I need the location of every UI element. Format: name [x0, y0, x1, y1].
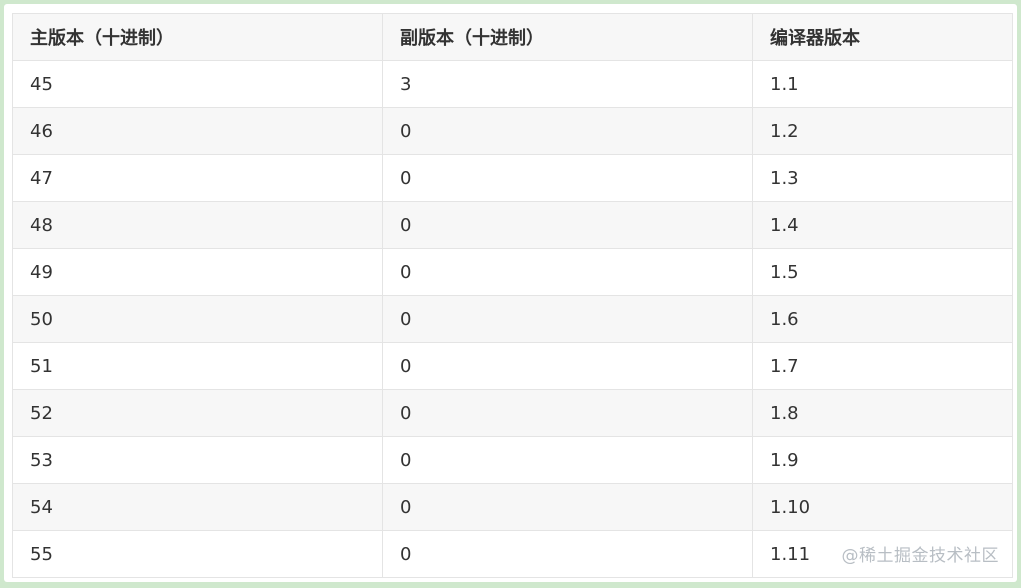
cell-minor: 0 — [382, 201, 753, 249]
cell-compiler: 1.4 — [752, 201, 1013, 249]
watermark-text: @稀土掘金技术社区 — [841, 546, 999, 566]
cell-major: 49 — [12, 248, 383, 296]
cell-major: 46 — [12, 107, 383, 155]
cell-major: 54 — [12, 483, 383, 531]
cell-minor: 0 — [382, 342, 753, 390]
table-row: 49 0 1.5 — [12, 248, 1013, 296]
content-frame: 主版本（十进制） 副版本（十进制） 编译器版本 45 3 1.1 46 0 1.… — [4, 4, 1017, 582]
cell-minor: 0 — [382, 389, 753, 437]
cell-compiler: 1.8 — [752, 389, 1013, 437]
header-major-version: 主版本（十进制） — [12, 13, 383, 61]
header-row: 主版本（十进制） 副版本（十进制） 编译器版本 — [12, 13, 1013, 61]
cell-major: 50 — [12, 295, 383, 343]
cell-compiler: 1.9 — [752, 436, 1013, 484]
cell-compiler: 1.6 — [752, 295, 1013, 343]
table-row: 53 0 1.9 — [12, 436, 1013, 484]
cell-compiler: 1.5 — [752, 248, 1013, 296]
cell-minor: 0 — [382, 107, 753, 155]
cell-major: 52 — [12, 389, 383, 437]
cell-compiler: 1.10 — [752, 483, 1013, 531]
cell-minor: 0 — [382, 530, 753, 578]
table-row: 48 0 1.4 — [12, 201, 1013, 249]
table-body: 45 3 1.1 46 0 1.2 47 0 1.3 48 0 1.4 49 0 — [12, 60, 1013, 578]
cell-minor: 0 — [382, 248, 753, 296]
cell-major: 53 — [12, 436, 383, 484]
version-table: 主版本（十进制） 副版本（十进制） 编译器版本 45 3 1.1 46 0 1.… — [12, 13, 1013, 578]
cell-compiler: 1.2 — [752, 107, 1013, 155]
table-header: 主版本（十进制） 副版本（十进制） 编译器版本 — [12, 13, 1013, 61]
header-minor-version: 副版本（十进制） — [382, 13, 753, 61]
cell-major: 51 — [12, 342, 383, 390]
cell-major: 48 — [12, 201, 383, 249]
table-row: 51 0 1.7 — [12, 342, 1013, 390]
cell-minor: 0 — [382, 483, 753, 531]
cell-major: 47 — [12, 154, 383, 202]
cell-minor: 3 — [382, 60, 753, 108]
cell-minor: 0 — [382, 295, 753, 343]
cell-compiler: 1.3 — [752, 154, 1013, 202]
table-row: 47 0 1.3 — [12, 154, 1013, 202]
cell-minor: 0 — [382, 154, 753, 202]
cell-compiler: 1.1 — [752, 60, 1013, 108]
table-row: 54 0 1.10 — [12, 483, 1013, 531]
cell-major: 45 — [12, 60, 383, 108]
cell-compiler: 1.7 — [752, 342, 1013, 390]
cell-major: 55 — [12, 530, 383, 578]
table-row: 52 0 1.8 — [12, 389, 1013, 437]
header-compiler-version: 编译器版本 — [752, 13, 1013, 61]
cell-minor: 0 — [382, 436, 753, 484]
table-row: 50 0 1.6 — [12, 295, 1013, 343]
table-row: 45 3 1.1 — [12, 60, 1013, 108]
table-row: 46 0 1.2 — [12, 107, 1013, 155]
